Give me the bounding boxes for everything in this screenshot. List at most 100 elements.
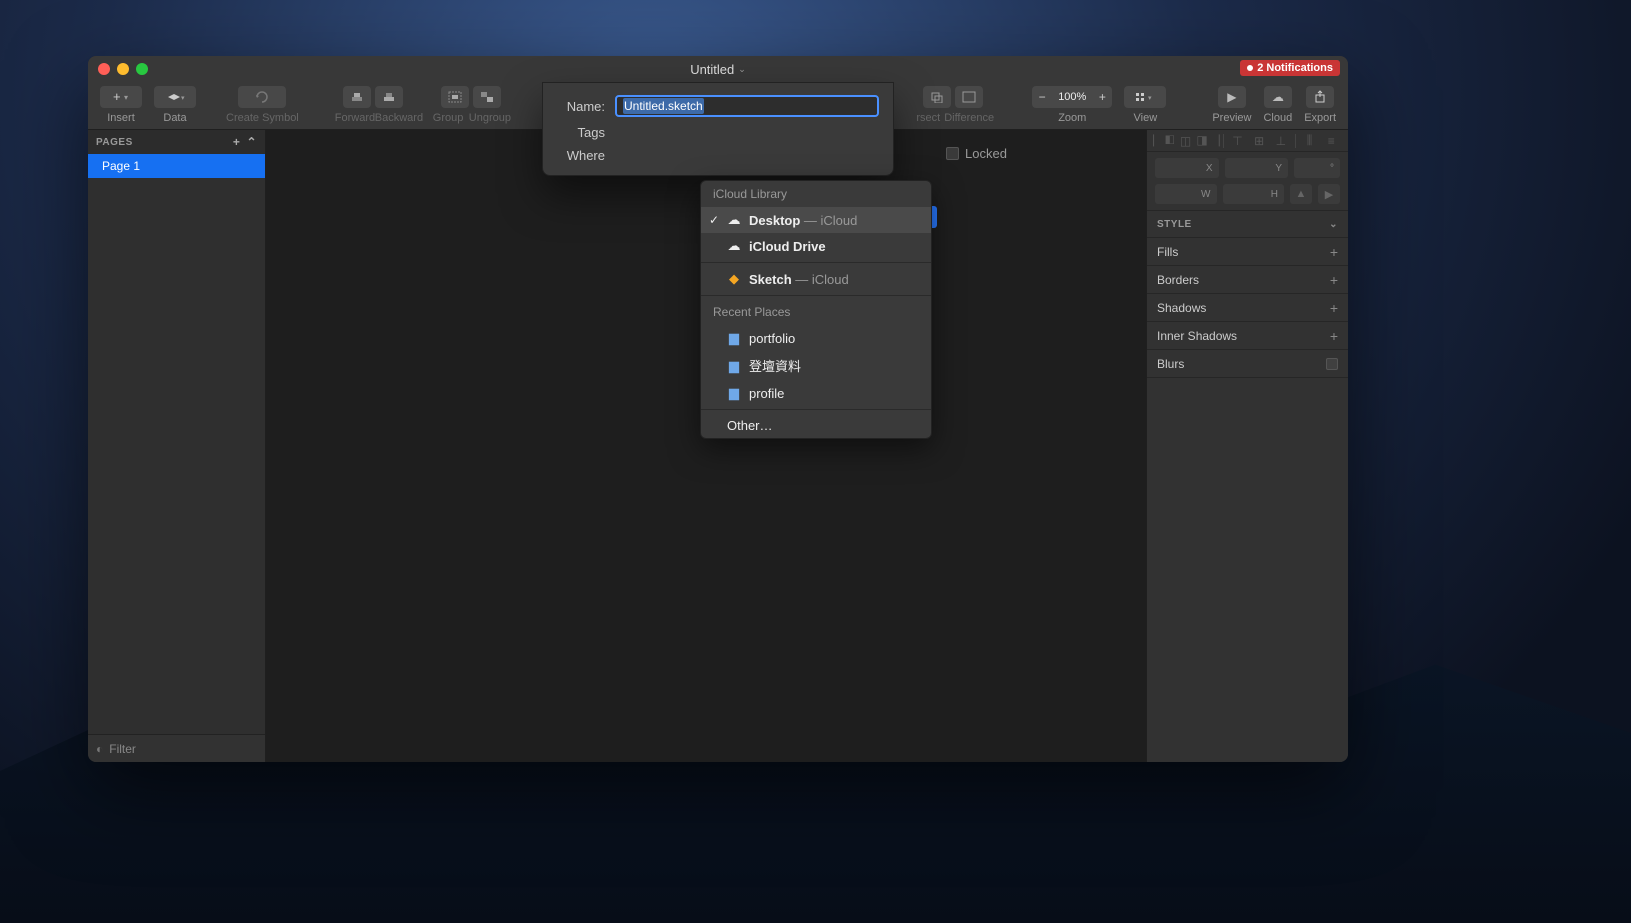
dropdown-item-recent-2[interactable]: ▆ profile [701,380,931,406]
preview-button[interactable]: ▶ [1218,86,1246,108]
close-window-button[interactable] [98,63,110,75]
x-input[interactable]: X [1155,158,1219,178]
style-header: STYLE ⌄ [1147,210,1348,238]
save-sheet: Name: Untitled.sketch Tags Where [542,82,894,176]
filter-row[interactable]: ◐ Filter [88,734,265,762]
minimize-window-button[interactable] [117,63,129,75]
group-icon [448,91,462,103]
pages-panel: PAGES + ⌃ Page 1 ◐ Filter [88,130,266,762]
align-left-button[interactable]: ⎸◧ [1153,133,1175,148]
rotation-input[interactable]: ° [1294,158,1340,178]
h-input[interactable]: H [1223,184,1285,204]
dropdown-item-recent-1[interactable]: ▆ 登壇資料 [701,351,931,380]
backward-button[interactable] [375,86,403,108]
zoom-label: Zoom [1058,112,1086,124]
play-icon: ▶ [1227,90,1236,104]
forward-button[interactable] [343,86,371,108]
dropdown-item-other[interactable]: Other… [701,413,931,438]
fullscreen-window-button[interactable] [136,63,148,75]
fills-row[interactable]: Fills+ [1147,238,1348,266]
notifications-badge[interactable]: 2 Notifications [1240,60,1340,76]
add-border-button[interactable]: + [1330,272,1338,288]
plus-icon: +▾ [111,91,131,103]
zoom-value[interactable]: 100% [1052,91,1092,103]
y-input[interactable]: Y [1225,158,1289,178]
zoom-control: − 100% + [1032,86,1112,108]
add-fill-button[interactable]: + [1330,244,1338,260]
titlebar: Untitled ⌄ 2 Notifications [88,56,1348,82]
sketch-icon: ◆ [727,271,741,287]
align-top-button[interactable]: ⊤ [1227,134,1249,148]
inner-shadows-row[interactable]: Inner Shadows+ [1147,322,1348,350]
chevron-down-icon[interactable]: ⌄ [1329,219,1338,230]
add-inner-shadow-button[interactable]: + [1330,328,1338,344]
shadows-row[interactable]: Shadows+ [1147,294,1348,322]
difference-icon [962,91,976,103]
difference-button[interactable] [955,86,983,108]
dropdown-item-recent-0[interactable]: ▆ portfolio [701,325,931,351]
cloud-label: Cloud [1263,112,1292,124]
preview-label: Preview [1212,112,1251,124]
dropdown-item-sketch[interactable]: ◆ Sketch — iCloud [701,266,931,292]
export-button[interactable] [1306,86,1334,108]
group-label: Group [433,112,465,124]
flip-v-button[interactable]: ▶ [1318,184,1340,204]
filename-value: Untitled.sketch [623,98,704,114]
layers-list[interactable] [88,178,265,734]
inspector-panel: ⎸◧ ◫ ◨⎹ ⊤ ⊞ ⊥ ⫼ ≡ X Y ° W H ▲ ▶ [1146,130,1348,762]
create-symbol-label: Create Symbol [226,112,299,124]
forward-label: Forward [335,112,371,124]
notifications-text: 2 Notifications [1257,62,1333,74]
dropdown-item-desktop[interactable]: ✓ ☁ Desktop — iCloud [701,207,931,233]
intersect-button[interactable] [923,86,951,108]
bring-forward-icon [350,91,364,103]
dropdown-section-recent: Recent Places [701,299,931,325]
zoom-in-button[interactable]: + [1092,90,1112,104]
filename-input[interactable]: Untitled.sketch [615,95,879,117]
ungroup-label: Ungroup [469,112,509,124]
add-page-button[interactable]: + [233,135,241,149]
align-right-button[interactable]: ◨⎹ [1196,133,1219,148]
borders-row[interactable]: Borders+ [1147,266,1348,294]
cloud-button[interactable]: ☁ [1264,86,1292,108]
distribute-v-button[interactable]: ≡ [1320,134,1342,148]
collapse-pages-button[interactable]: ⌃ [246,135,257,149]
view-label: View [1134,112,1158,124]
svg-text:▾: ▾ [1148,95,1152,102]
cloud-icon: ☁ [727,238,741,254]
chevron-down-icon[interactable]: ⌄ [738,64,746,75]
locked-checkbox[interactable] [946,147,959,160]
align-bottom-button[interactable]: ⊥ [1270,134,1292,148]
pages-title: PAGES [96,137,133,148]
page-item-selected[interactable]: Page 1 [88,154,265,178]
distribute-h-button[interactable]: ⫼ [1299,133,1321,148]
blur-toggle[interactable] [1326,358,1338,370]
export-label: Export [1304,112,1336,124]
where-label: Where [557,148,605,163]
layers-icon: ▾ [164,91,186,103]
svg-text:▾: ▾ [181,95,185,102]
create-symbol-button[interactable] [238,86,286,108]
w-input[interactable]: W [1155,184,1217,204]
zoom-out-button[interactable]: − [1032,90,1052,104]
ungroup-button[interactable] [473,86,501,108]
intersect-label: rsect [914,112,940,124]
locked-label: Locked [965,146,1007,161]
insert-button[interactable]: +▾ [100,86,142,108]
data-button[interactable]: ▾ [154,86,196,108]
dropdown-separator [701,409,931,410]
window-title[interactable]: Untitled [690,62,734,77]
dropdown-item-icloud-drive[interactable]: ☁ iCloud Drive [701,233,931,259]
cloud-icon: ☁ [727,212,741,228]
blurs-row[interactable]: Blurs [1147,350,1348,378]
folder-icon: ▆ [727,358,741,374]
align-row: ⎸◧ ◫ ◨⎹ ⊤ ⊞ ⊥ ⫼ ≡ [1147,130,1348,152]
add-shadow-button[interactable]: + [1330,300,1338,316]
cloud-icon: ☁ [1272,90,1284,104]
align-vcenter-button[interactable]: ⊞ [1248,134,1270,148]
flip-h-button[interactable]: ▲ [1290,184,1312,204]
align-hcenter-button[interactable]: ◫ [1175,134,1197,148]
difference-label: Difference [944,112,992,124]
group-button[interactable] [441,86,469,108]
view-button[interactable]: ▾ [1124,86,1166,108]
